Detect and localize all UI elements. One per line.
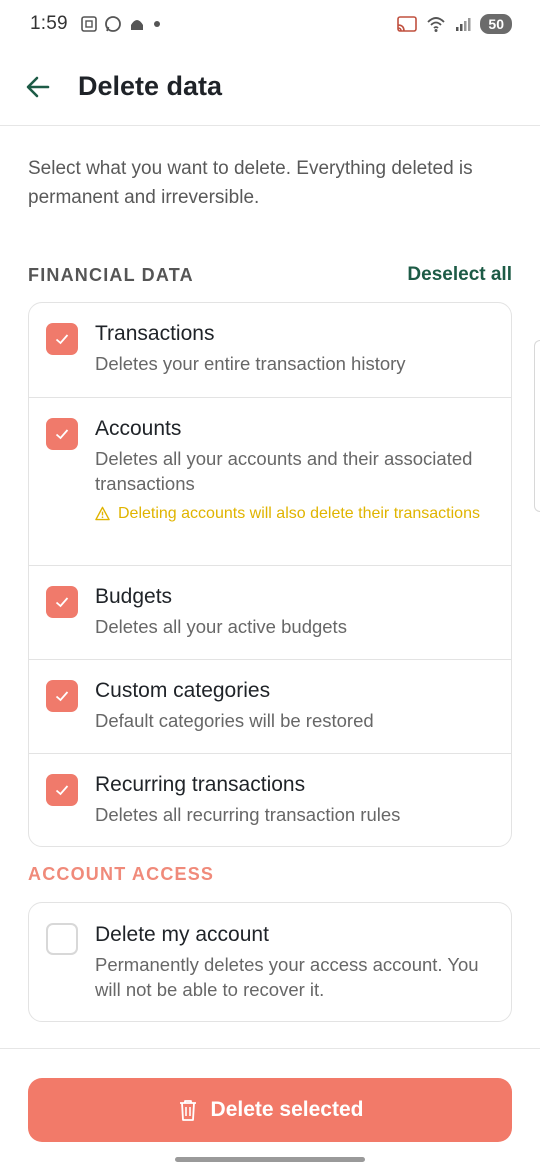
- android-icon: [130, 20, 143, 30]
- deselect-all-button[interactable]: Deselect all: [407, 264, 512, 286]
- delete-account-checkbox[interactable]: [46, 923, 78, 955]
- status-notification-icons: [80, 15, 162, 33]
- check-icon: [55, 691, 69, 702]
- check-icon: [55, 429, 69, 440]
- wifi-icon: [427, 17, 446, 32]
- option-title: Recurring transactions: [95, 773, 306, 796]
- cast-icon: [397, 16, 418, 32]
- back-button[interactable]: [18, 67, 58, 107]
- option-title: Custom categories: [95, 679, 271, 702]
- option-accounts[interactable]: Accounts Deletes all your accounts and t…: [29, 398, 511, 566]
- delete-selected-label: Delete selected: [210, 1098, 364, 1121]
- financial-data-card: Transactions Deletes your entire transac…: [28, 302, 512, 847]
- arrow-left-icon: [26, 76, 50, 97]
- option-description: Deletes all your accounts and their asso…: [95, 448, 473, 494]
- option-title: Delete my account: [95, 923, 269, 946]
- dot-icon: [153, 21, 160, 27]
- option-title: Accounts: [95, 417, 182, 440]
- option-budgets[interactable]: Budgets Deletes all your active budgets: [29, 566, 511, 660]
- warning-icon: [95, 506, 110, 521]
- warning-text: Deleting accounts will also delete their…: [118, 505, 480, 522]
- section-title-account-access: ACCOUNT ACCESS: [28, 864, 215, 884]
- status-time: 1:59: [30, 13, 68, 34]
- page-title: Delete data: [78, 71, 223, 101]
- financial-data-header: FINANCIAL DATA Deselect all: [28, 264, 512, 286]
- bottom-divider: [0, 1048, 540, 1049]
- home-indicator[interactable]: [175, 1157, 365, 1162]
- status-bar: 1:59 50: [0, 0, 540, 48]
- section-title-financial: FINANCIAL DATA: [28, 264, 194, 285]
- signal-icon: [456, 18, 471, 31]
- whatsapp-icon: [104, 16, 121, 32]
- option-description: Default categories will be restored: [95, 710, 374, 731]
- recurring-transactions-checkbox[interactable]: [46, 774, 78, 806]
- option-custom-categories[interactable]: Custom categories Default categories wil…: [29, 660, 511, 754]
- scroll-edge-indicator: [534, 340, 540, 512]
- check-icon: [55, 597, 69, 608]
- option-description: Deletes your entire transaction history: [95, 353, 406, 374]
- accounts-warning: Deleting accounts will also delete their…: [95, 504, 495, 524]
- screenshot-icon: [80, 16, 97, 32]
- account-access-header: ACCOUNT ACCESS: [28, 864, 512, 885]
- accounts-checkbox[interactable]: [46, 418, 78, 450]
- option-description: Deletes all your active budgets: [95, 616, 347, 637]
- transactions-checkbox[interactable]: [46, 323, 78, 355]
- budgets-checkbox[interactable]: [46, 586, 78, 618]
- option-description: Permanently deletes your access account.…: [95, 954, 479, 1000]
- check-icon: [55, 334, 69, 345]
- delete-selected-button[interactable]: Delete selected: [28, 1078, 512, 1142]
- check-icon: [55, 785, 69, 796]
- option-description: Deletes all recurring transaction rules: [95, 804, 401, 825]
- custom-categories-checkbox[interactable]: [46, 680, 78, 712]
- battery-indicator: 50: [480, 14, 512, 34]
- option-title: Budgets: [95, 585, 173, 608]
- intro-text: Select what you want to delete. Everythi…: [28, 158, 473, 208]
- option-transactions[interactable]: Transactions Deletes your entire transac…: [29, 303, 511, 398]
- option-recurring-transactions[interactable]: Recurring transactions Deletes all recur…: [29, 754, 511, 846]
- option-title: Transactions: [95, 322, 215, 345]
- status-system-icons: 50: [396, 14, 512, 34]
- trash-icon: [179, 1100, 196, 1121]
- account-access-card: Delete my account Permanently deletes yo…: [28, 902, 512, 1022]
- app-header: Delete data: [0, 48, 540, 126]
- option-delete-account[interactable]: Delete my account Permanently deletes yo…: [29, 903, 511, 1021]
